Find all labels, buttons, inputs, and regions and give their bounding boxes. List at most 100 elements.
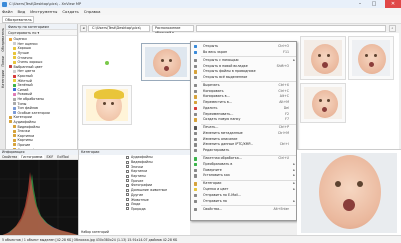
context-menu-item[interactable]: Открыть всё выделенное	[191, 75, 298, 80]
badge-icon	[105, 61, 109, 65]
menu-file[interactable]: Файл	[2, 9, 13, 14]
menu-create[interactable]: Создать	[62, 9, 78, 14]
category-checkbox[interactable]	[126, 169, 129, 173]
tab-browser[interactable]: Обозреватель	[2, 16, 34, 23]
menu-item-icon	[194, 157, 198, 161]
menu-tools[interactable]: Инструменты	[30, 9, 57, 14]
category-label: Домашние животные	[131, 188, 168, 193]
category-checkbox[interactable]	[126, 155, 129, 159]
category-label: Другие	[131, 192, 144, 197]
context-menu-item[interactable]: Переместить в... Alt+M	[191, 100, 298, 105]
tree-item-icon	[13, 143, 16, 147]
tree-item-label: Очень хорошо	[17, 60, 43, 65]
category-checkbox[interactable]	[126, 179, 129, 183]
menu-item-shortcut: Ctrl+P	[278, 125, 289, 130]
tab-exiftool[interactable]: ExifTool	[55, 155, 71, 159]
category-checkbox[interactable]	[126, 198, 129, 202]
context-menu-item[interactable]: Во весь экран F11	[191, 50, 298, 55]
category-checkbox[interactable]	[126, 174, 129, 178]
layout-dropdown[interactable]: Расположение областей ▾	[152, 25, 194, 35]
side-tab-categories[interactable]: Категории	[1, 70, 5, 88]
submenu-arrow-icon: ▸	[293, 198, 295, 203]
back-button[interactable]: ◂	[80, 25, 87, 32]
category-checkbox[interactable]	[126, 165, 129, 169]
category-label: Видеофайлы	[131, 160, 153, 165]
side-tab-browser[interactable]: Обозреватель	[1, 28, 5, 52]
context-menu-item[interactable]: Изменить описание	[191, 137, 298, 142]
menu-item-icon	[194, 182, 198, 186]
context-menu-item[interactable]: Печать... Ctrl+P	[191, 125, 298, 130]
submenu-arrow-icon: ▸	[293, 167, 295, 172]
menu-help[interactable]: Справка	[84, 9, 101, 14]
menu-item-icon	[194, 132, 198, 136]
tree-item-label: Картины	[17, 138, 33, 143]
menu-item-label: Копировать	[203, 88, 224, 93]
context-menu-item[interactable]: Вырезать Ctrl+X	[191, 83, 298, 88]
context-menu-item[interactable]: Открыть Ctrl+O	[191, 44, 298, 49]
menu-item-icon	[194, 58, 198, 63]
category-checkbox[interactable]	[126, 207, 129, 211]
tab-properties[interactable]: Свойства	[0, 155, 19, 159]
context-menu-item[interactable]: Редактировать	[191, 148, 298, 153]
category-checkbox[interactable]	[126, 160, 129, 164]
thumbnail-2[interactable]	[82, 85, 132, 125]
context-menu-item[interactable]: Открыть в новой вкладке Shift+O	[191, 64, 298, 69]
context-menu-item[interactable]: Удалить Del	[191, 106, 298, 111]
tree-item-label: Хорошо	[17, 46, 31, 51]
context-menu-item[interactable]: Изменить данные IPTC/XMP... Ctrl+I	[191, 142, 298, 147]
category-checkbox[interactable]	[126, 188, 129, 192]
address-input[interactable]: C:\Users\Test\Desktop\pics\	[88, 25, 150, 32]
category-checkbox[interactable]	[126, 183, 129, 187]
thumbnail-3[interactable]	[300, 36, 346, 80]
context-menu-item[interactable]: Отправить на ▸	[191, 199, 298, 204]
menu-item-shortcut: Alt+C	[279, 94, 289, 99]
context-menu-item[interactable]: Создать новую папку F7	[191, 117, 298, 122]
context-menu-item[interactable]: Поверните ▸	[191, 168, 298, 173]
context-menu-item[interactable]: Установить как ▸	[191, 173, 298, 178]
thumbnail-5[interactable]	[300, 83, 346, 123]
menu-item-shortcut: Ctrl+U	[278, 156, 289, 161]
context-menu-item[interactable]: Изменить метаданные Ctrl+M	[191, 131, 298, 136]
context-menu-item[interactable]: Оценка и цвет ▸	[191, 187, 298, 192]
submenu-arrow-icon: ▸	[293, 57, 295, 62]
context-menu-item[interactable]: Переименовать... F2	[191, 112, 298, 117]
tree-item-icon	[13, 97, 16, 101]
menu-item-label: Копировать в...	[203, 94, 230, 99]
category-checkbox[interactable]	[126, 202, 129, 206]
minimize-button[interactable]: –	[354, 0, 366, 8]
search-icon[interactable]: ⌕	[389, 25, 396, 32]
category-checkbox[interactable]	[126, 193, 129, 197]
close-button[interactable]: ✕	[385, 0, 401, 8]
thumbnail-image	[352, 40, 390, 76]
menu-item-label: Открыть в новой вкладке	[203, 63, 248, 68]
menu-item-shortcut: Ctrl+C	[278, 88, 289, 93]
context-menu-item[interactable]: Отправить по E-Mail...	[191, 193, 298, 198]
context-menu-item[interactable]: Открыть с помощью ▸	[191, 58, 298, 63]
menu-item-shortcut: Alt+M	[279, 100, 289, 105]
tree-item-icon	[13, 125, 16, 129]
tree-item-label: Аудиофайлы	[13, 119, 36, 124]
submenu-arrow-icon: ▸	[293, 181, 295, 186]
context-menu: Открыть Ctrl+O Во весь экран F11 Открыть с п…	[190, 41, 297, 221]
menu-view[interactable]: Вид	[18, 9, 26, 14]
context-menu-item[interactable]: Категории ▸	[191, 181, 298, 186]
context-menu-item[interactable]: Копировать в... Alt+C	[191, 94, 298, 99]
category-row[interactable]: Природа	[79, 207, 190, 212]
thumbnail-4[interactable]	[348, 36, 394, 80]
tab-exif[interactable]: EXIF	[44, 155, 55, 159]
tab-histogram[interactable]: Гистограмма	[19, 155, 45, 159]
tree-item-icon	[9, 65, 12, 69]
thumbnail-image	[86, 89, 128, 121]
tree-item-label: Синий	[17, 87, 29, 92]
tree-item-label: Нет оценки	[17, 41, 38, 46]
context-menu-item[interactable]: Открыть файлы в проводнике	[191, 69, 298, 74]
thumbnail-1[interactable]	[141, 43, 191, 81]
context-menu-item[interactable]: Преобразовать в ▸	[191, 162, 298, 167]
maximize-button[interactable]: □	[368, 0, 380, 8]
menu-item-shortcut: Ctrl+O	[278, 44, 289, 48]
context-menu-item[interactable]: Копировать Ctrl+C	[191, 89, 298, 94]
tree-item-icon	[13, 79, 16, 83]
context-menu-item[interactable]: Свойства... Alt+Enter	[191, 207, 298, 212]
side-tab-folders[interactable]: Папки	[1, 56, 5, 66]
context-menu-item[interactable]: Пакетная обработка... Ctrl+U	[191, 156, 298, 161]
